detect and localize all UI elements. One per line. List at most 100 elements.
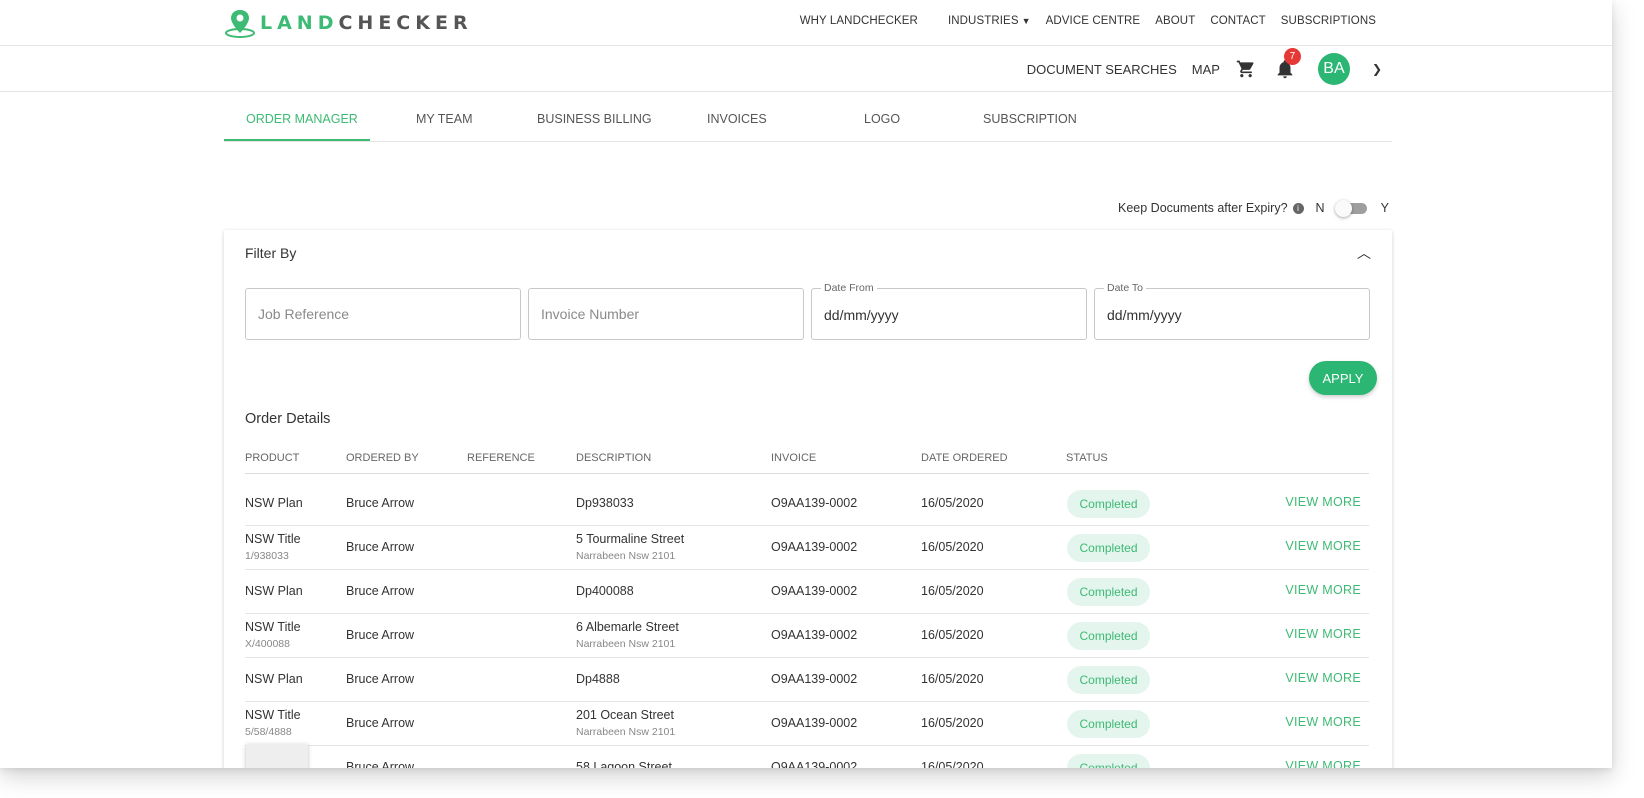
invoice-number-input[interactable] — [529, 289, 803, 339]
account-menu-chevron-icon[interactable]: ❯ — [1372, 62, 1382, 76]
date-from-value: dd/mm/yyyy — [824, 307, 899, 323]
date-from-label: Date From — [821, 282, 877, 294]
view-more-link[interactable]: VIEW MORE — [1285, 583, 1361, 597]
chevron-up-icon[interactable]: ︿ — [1357, 243, 1371, 263]
account-bar: DOCUMENT SEARCHES MAP 7 BA ❯ — [0, 46, 1612, 92]
description-main: 6 Albemarle Street — [576, 620, 679, 634]
nav-about[interactable]: ABOUT — [1155, 15, 1195, 27]
apply-button[interactable]: APPLY — [1309, 361, 1377, 395]
cell-ordered-by: Bruce Arrow — [346, 672, 415, 686]
document-searches-link[interactable]: DOCUMENT SEARCHES — [1027, 62, 1177, 77]
chevron-down-icon: ▼ — [1021, 16, 1031, 26]
col-description: DESCRIPTION — [576, 452, 652, 464]
csv-export-tooltip[interactable]: CSV — [246, 744, 308, 768]
cell-description: 5 Tourmaline Street Narrabeen Nsw 2101 — [576, 532, 684, 562]
product-reference: 5/58/4888 — [245, 726, 292, 738]
tab-order-manager[interactable]: ORDER MANAGER — [246, 112, 358, 126]
status-badge: Completed — [1067, 666, 1150, 694]
date-from-field[interactable]: Date From dd/mm/yyyy — [811, 282, 1087, 340]
description-main: 201 Ocean Street — [576, 708, 674, 722]
cell-product: NSW Plan — [245, 584, 303, 598]
cell-invoice: O9AA139-0002 — [771, 672, 858, 686]
tab-business-billing[interactable]: BUSINESS BILLING — [537, 112, 652, 126]
shopping-cart-icon[interactable] — [1236, 59, 1256, 79]
status-badge: Completed — [1067, 754, 1150, 768]
order-manager-card: Filter By ︿ Date From dd/mm/yyyy Date To… — [224, 230, 1392, 768]
product-name: NSW Title — [245, 620, 301, 634]
description-sub: Narrabeen Nsw 2101 — [576, 726, 676, 738]
date-to-field[interactable]: Date To dd/mm/yyyy — [1094, 282, 1370, 340]
order-details-title: Order Details — [245, 411, 331, 427]
toggle-knob — [1334, 200, 1352, 217]
toggle-on-label: Y — [1380, 201, 1389, 215]
cell-date-ordered: 16/05/2020 — [921, 496, 984, 510]
tab-invoices[interactable]: INVOICES — [707, 112, 767, 126]
filter-title: Filter By — [245, 245, 297, 261]
active-tab-indicator — [224, 139, 370, 141]
view-more-link[interactable]: VIEW MORE — [1285, 759, 1361, 768]
top-navbar: LANDCHECKER WHY LANDCHECKER INDUSTRIES ▼ … — [0, 0, 1612, 46]
nav-why-landchecker[interactable]: WHY LANDCHECKER — [800, 15, 918, 27]
product-reference: 1/938033 — [245, 550, 289, 562]
invoice-number-field[interactable] — [528, 288, 804, 340]
landchecker-logo[interactable]: LANDCHECKER — [224, 8, 473, 38]
nav-industries[interactable]: INDUSTRIES ▼ — [933, 15, 1031, 27]
cell-invoice: O9AA139-0002 — [771, 496, 858, 510]
nav-contact[interactable]: CONTACT — [1210, 15, 1265, 27]
orders-table-header: PRODUCT ORDERED BY REFERENCE DESCRIPTION… — [245, 450, 1369, 474]
table-row: NSW Plan Bruce Arrow Dp938033 O9AA139-0002 1… — [245, 482, 1369, 526]
cell-ordered-by: Bruce Arrow — [346, 760, 415, 768]
info-icon[interactable]: i — [1292, 202, 1304, 214]
keep-documents-toggle[interactable] — [1334, 200, 1369, 217]
cell-invoice: O9AA139-0002 — [771, 716, 858, 730]
col-reference: REFERENCE — [467, 452, 535, 464]
status-badge: Completed — [1067, 622, 1150, 650]
status-badge: Completed — [1067, 710, 1150, 738]
tab-my-team[interactable]: MY TEAM — [416, 112, 473, 126]
account-tabs: ORDER MANAGER MY TEAM BUSINESS BILLING I… — [224, 100, 1392, 142]
user-avatar[interactable]: BA — [1317, 53, 1350, 85]
map-link[interactable]: MAP — [1192, 62, 1220, 77]
cell-ordered-by: Bruce Arrow — [346, 496, 415, 510]
description-main: Dp400088 — [576, 584, 634, 598]
product-name: NSW Title — [245, 532, 301, 546]
view-more-link[interactable]: VIEW MORE — [1285, 539, 1361, 553]
cell-invoice: O9AA139-0002 — [771, 540, 858, 554]
product-name: NSW Plan — [245, 496, 303, 510]
cell-description: 6 Albemarle Street Narrabeen Nsw 2101 — [576, 620, 679, 650]
tab-logo[interactable]: LOGO — [864, 112, 900, 126]
date-to-value: dd/mm/yyyy — [1107, 307, 1182, 323]
keep-documents-label: Keep Documents after Expiry? — [1118, 201, 1288, 215]
top-nav-links: WHY LANDCHECKER INDUSTRIES ▼ ADVICE CENTR… — [785, 15, 1376, 27]
description-main: Dp4888 — [576, 672, 620, 686]
description-main: 58 Lagoon Street — [576, 760, 672, 768]
account-nav: DOCUMENT SEARCHES MAP 7 BA ❯ — [1012, 48, 1382, 86]
view-more-link[interactable]: VIEW MORE — [1285, 495, 1361, 509]
description-sub: Narrabeen Nsw 2101 — [576, 550, 676, 562]
cell-date-ordered: 16/05/2020 — [921, 716, 984, 730]
job-reference-field[interactable] — [245, 288, 521, 340]
nav-advice-centre[interactable]: ADVICE CENTRE — [1046, 15, 1141, 27]
location-pin-icon — [225, 10, 255, 38]
description-main: 5 Tourmaline Street — [576, 532, 685, 546]
nav-subscriptions[interactable]: SUBSCRIPTIONS — [1281, 15, 1376, 27]
keep-documents-setting: Keep Documents after Expiry? i N Y — [1118, 200, 1389, 217]
table-row: NSW Title 1/938033 Bruce Arrow 5 Tourmaline… — [245, 526, 1369, 570]
cell-product: NSW Plan — [245, 496, 303, 510]
cell-ordered-by: Bruce Arrow — [346, 716, 415, 730]
view-more-link[interactable]: VIEW MORE — [1285, 671, 1361, 685]
view-more-link[interactable]: VIEW MORE — [1285, 627, 1361, 641]
tab-subscription[interactable]: SUBSCRIPTION — [983, 112, 1077, 126]
notifications-button[interactable]: 7 — [1274, 48, 1301, 80]
view-more-link[interactable]: VIEW MORE — [1285, 715, 1361, 729]
table-row: NSW Plan Bruce Arrow Dp400088 O9AA139-0002 1… — [245, 570, 1369, 614]
app-window: LANDCHECKER WHY LANDCHECKER INDUSTRIES ▼ … — [0, 0, 1612, 768]
cell-invoice: O9AA139-0002 — [771, 760, 858, 768]
cell-ordered-by: Bruce Arrow — [346, 540, 415, 554]
cell-product: NSW Title 1/938033 — [245, 532, 301, 562]
job-reference-input[interactable] — [246, 289, 520, 339]
cell-description: 58 Lagoon Street — [576, 760, 672, 768]
status-badge: Completed — [1067, 578, 1150, 606]
cell-invoice: O9AA139-0002 — [771, 584, 858, 598]
brand-name-part2: CHECKER — [338, 12, 473, 34]
